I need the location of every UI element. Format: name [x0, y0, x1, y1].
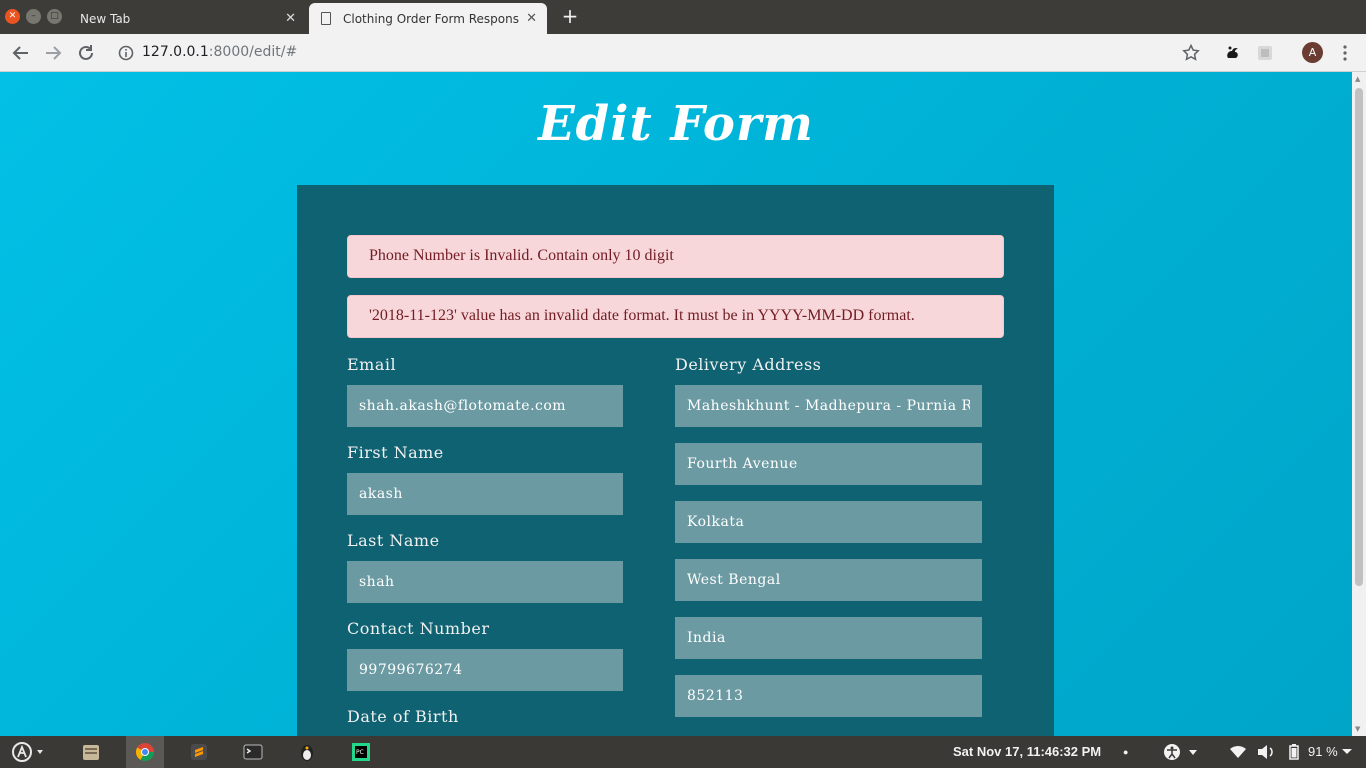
- tab-close-icon[interactable]: ✕: [526, 11, 537, 26]
- url-host: 127.0.0.1: [142, 44, 209, 60]
- tab-new-tab[interactable]: New Tab ✕: [66, 3, 306, 34]
- first-name-label: First Name: [347, 443, 444, 462]
- page-title: Edit Form: [538, 96, 814, 152]
- terminal-icon[interactable]: [242, 741, 264, 763]
- url-path: :8000/edit/#: [208, 44, 298, 60]
- page-viewport: Edit Form Phone Number is Invalid. Conta…: [0, 72, 1352, 736]
- volume-icon[interactable]: [1256, 743, 1276, 764]
- state-field[interactable]: [675, 559, 982, 601]
- extension-grey-icon[interactable]: [1254, 42, 1276, 64]
- menu-kebab-icon[interactable]: [1334, 42, 1356, 64]
- last-name-field[interactable]: [347, 561, 623, 603]
- bookmark-star-icon[interactable]: [1180, 42, 1202, 64]
- tab-title: Clothing Order Form Responsive: [343, 11, 519, 26]
- page-icon: [321, 12, 331, 25]
- delivery-address-label: Delivery Address: [675, 355, 822, 374]
- address-line2-field[interactable]: [675, 443, 982, 485]
- browser-tab-strip: ✕ – □ New Tab ✕ Clothing Order Form Resp…: [0, 0, 1366, 34]
- system-menu-chevron-icon[interactable]: [1340, 742, 1354, 763]
- date-of-birth-label: Date of Birth: [347, 707, 459, 726]
- forward-arrow-icon[interactable]: [42, 42, 64, 64]
- tab-title: New Tab: [80, 11, 131, 26]
- apps-menu-icon[interactable]: [10, 740, 44, 762]
- back-arrow-icon[interactable]: [10, 42, 32, 64]
- new-tab-button[interactable]: +: [559, 5, 581, 27]
- battery-percentage: 91 %: [1308, 744, 1338, 759]
- penguin-app-icon[interactable]: [296, 741, 318, 763]
- notification-dot-icon: ●: [1123, 747, 1129, 757]
- svg-text:PC: PC: [356, 749, 364, 756]
- contact-number-field[interactable]: [347, 649, 623, 691]
- pincode-field[interactable]: [675, 675, 982, 717]
- city-field[interactable]: [675, 501, 982, 543]
- system-taskbar: PC Sat Nov 17, 11:46:32 PM ● 91 %: [0, 736, 1366, 768]
- window-close-button[interactable]: ✕: [5, 9, 20, 24]
- battery-icon[interactable]: [1288, 743, 1300, 764]
- contact-number-label: Contact Number: [347, 619, 490, 638]
- profile-avatar[interactable]: A: [1302, 42, 1323, 63]
- pycharm-icon[interactable]: PC: [350, 741, 372, 763]
- browser-toolbar: 127.0.0.1:8000/edit/# A: [0, 34, 1366, 72]
- tab-close-icon[interactable]: ✕: [285, 11, 296, 26]
- window-controls: ✕ – □: [5, 9, 62, 24]
- wifi-icon[interactable]: [1229, 743, 1247, 764]
- address-bar[interactable]: 127.0.0.1:8000/edit/#: [142, 44, 297, 60]
- email-field[interactable]: [347, 385, 623, 427]
- files-manager-icon[interactable]: [80, 741, 102, 763]
- system-clock[interactable]: Sat Nov 17, 11:46:32 PM: [953, 744, 1101, 759]
- last-name-label: Last Name: [347, 531, 440, 550]
- scroll-up-arrow-icon[interactable]: ▲: [1355, 75, 1360, 83]
- error-alert-date: '2018-11-123' value has an invalid date …: [347, 295, 1004, 338]
- edit-form-card: Phone Number is Invalid. Contain only 10…: [297, 185, 1054, 736]
- email-label: Email: [347, 355, 397, 374]
- site-info-icon[interactable]: [115, 42, 137, 64]
- page-scrollbar[interactable]: ▲ ▼: [1352, 72, 1366, 736]
- chrome-browser-icon[interactable]: [134, 741, 156, 763]
- scroll-down-arrow-icon[interactable]: ▼: [1355, 725, 1360, 733]
- window-maximize-button[interactable]: □: [47, 9, 62, 24]
- extension-gnome-icon[interactable]: [1222, 42, 1244, 64]
- country-field[interactable]: [675, 617, 982, 659]
- window-minimize-button[interactable]: –: [26, 9, 41, 24]
- address-line1-field[interactable]: [675, 385, 982, 427]
- first-name-field[interactable]: [347, 473, 623, 515]
- reload-icon[interactable]: [75, 42, 97, 64]
- scrollbar-thumb[interactable]: [1355, 88, 1363, 586]
- error-alert-phone: Phone Number is Invalid. Contain only 10…: [347, 235, 1004, 278]
- sublime-text-icon[interactable]: [188, 741, 210, 763]
- tab-clothing-order-form[interactable]: Clothing Order Form Responsive ✕: [309, 3, 547, 34]
- accessibility-icon[interactable]: [1162, 742, 1202, 765]
